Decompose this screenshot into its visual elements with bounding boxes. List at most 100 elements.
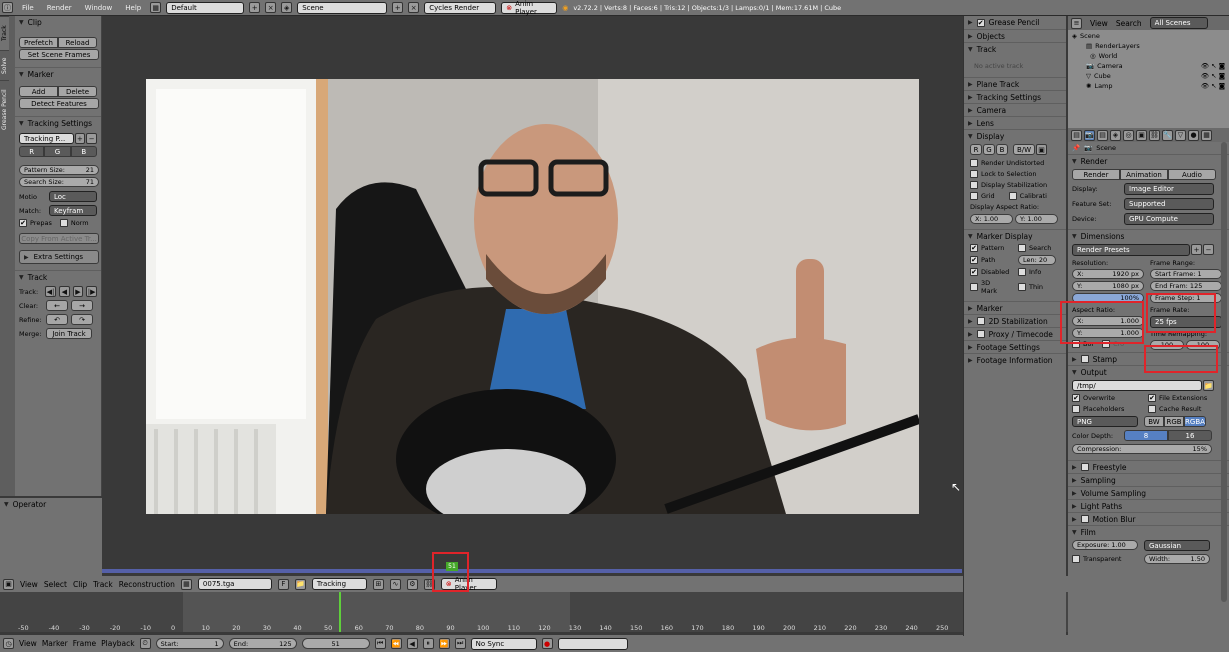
clear-before-arrow-icon[interactable]: ← bbox=[46, 300, 68, 311]
tracking-preset-select[interactable]: Tracking P... bbox=[19, 133, 74, 144]
outliner-display-select[interactable]: All Scenes bbox=[1149, 17, 1208, 29]
outliner-editor-icon[interactable]: ≡ bbox=[1071, 17, 1082, 29]
folder-browse-icon[interactable]: 📁 bbox=[1203, 380, 1214, 391]
resolution-percentage-field[interactable]: 100% bbox=[1072, 293, 1144, 303]
properties-editor-icon[interactable]: ▤ bbox=[1071, 129, 1082, 141]
clip-menu-reconstruction[interactable]: Reconstruction bbox=[119, 580, 175, 589]
proxy-panel-header[interactable]: ▶ Proxy / Timecode bbox=[964, 327, 1066, 340]
prefetch-button[interactable]: Prefetch bbox=[19, 37, 58, 48]
display-mode-select[interactable]: Image Editor bbox=[1124, 183, 1214, 195]
track-panel-header-right[interactable]: ▼ Track bbox=[964, 42, 1066, 55]
end-frame-render-field[interactable]: End Fram: 125 bbox=[1150, 281, 1222, 291]
outliner-item-cube[interactable]: ▽ Cube 👁 ↖ ◙ bbox=[1072, 72, 1225, 80]
jump-start-icon[interactable]: ⏮ bbox=[374, 638, 386, 649]
movie-clip-frame[interactable] bbox=[146, 79, 919, 514]
remove-preset-icon[interactable]: − bbox=[1203, 244, 1214, 255]
outliner-menu-search[interactable]: Search bbox=[1116, 19, 1142, 28]
grease-pencil-panel-header[interactable]: ▶ ✔ Grease Pencil bbox=[964, 16, 1066, 29]
stamp-panel-header[interactable]: ▶ Stamp bbox=[1068, 352, 1229, 365]
file-format-select[interactable]: PNG bbox=[1072, 416, 1138, 427]
timeline-menu-marker[interactable]: Marker bbox=[42, 639, 68, 648]
clip-menu-select[interactable]: Select bbox=[44, 580, 67, 589]
track-backward-icon[interactable]: ◀| bbox=[45, 286, 56, 297]
visibility-eye-icon[interactable]: 👁 ↖ ◙ bbox=[1201, 72, 1225, 80]
lock-to-selection-checkbox[interactable]: Lock to Selection bbox=[970, 170, 1060, 178]
depth-8-toggle[interactable]: 8 bbox=[1124, 430, 1168, 441]
remove-layout-icon[interactable]: × bbox=[265, 2, 277, 13]
search-size-field[interactable]: Search Size: 71 bbox=[19, 177, 99, 187]
clip-browse-icon[interactable]: ▦ bbox=[180, 578, 192, 590]
placeholders-checkbox[interactable]: Placeholders bbox=[1072, 405, 1136, 413]
stabilization-panel-header[interactable]: ▶ 2D Stabilization bbox=[964, 314, 1066, 327]
display-aspect-x-field[interactable]: X: 1.00 bbox=[970, 214, 1013, 224]
timeline-ruler[interactable]: -50 -40 -30 -20 -10 0 10 20 30 40 50 60 70 80 90 100 110… bbox=[0, 592, 1068, 632]
jump-end-icon[interactable]: ⏭ bbox=[454, 638, 466, 649]
channel-g-toggle[interactable]: G bbox=[44, 146, 71, 157]
pin-icon[interactable]: 📌 bbox=[1072, 144, 1080, 152]
grid-checkbox[interactable]: Grid bbox=[970, 192, 995, 200]
menu-file[interactable]: File bbox=[18, 4, 38, 12]
clip-timeline-strip[interactable] bbox=[102, 569, 962, 573]
render-button[interactable]: Render bbox=[1072, 169, 1120, 180]
display-channel-g[interactable]: G bbox=[983, 144, 995, 155]
editor-type-icon[interactable]: ▣ bbox=[3, 578, 14, 590]
border-checkbox[interactable]: Bor bbox=[1072, 340, 1094, 348]
pivot-icon[interactable]: ⊞ bbox=[372, 578, 384, 590]
mode-select[interactable]: Tracking bbox=[311, 578, 367, 590]
normalize-checkbox[interactable]: Norm bbox=[59, 219, 89, 227]
fps-select[interactable]: 25 fps bbox=[1150, 316, 1222, 328]
refine-backward-icon[interactable]: ↶ bbox=[46, 314, 68, 325]
next-keyframe-icon[interactable]: ⏩ bbox=[438, 638, 450, 649]
sampling-panel-header[interactable]: ▶ Sampling bbox=[1068, 473, 1229, 486]
track-backward-step-icon[interactable]: ◀ bbox=[58, 286, 70, 297]
display-bw-toggle[interactable]: B/W bbox=[1013, 144, 1035, 155]
scene-tab-icon[interactable]: ◈ bbox=[1110, 129, 1121, 141]
light-paths-panel-header[interactable]: ▶ Light Paths bbox=[1068, 499, 1229, 512]
resolution-x-field[interactable]: X: 1920 px bbox=[1072, 269, 1144, 279]
outliner-item-lamp[interactable]: ✺ Lamp 👁 ↖ ◙ bbox=[1072, 82, 1225, 90]
color-rgb-toggle[interactable]: RGB bbox=[1164, 416, 1184, 427]
remap-new-field[interactable]: 100 bbox=[1186, 340, 1220, 350]
render-engine-select[interactable]: Cycles Render bbox=[424, 1, 497, 14]
display-image-icon[interactable]: ▣ bbox=[1036, 144, 1047, 155]
output-panel-header[interactable]: ▼ Output bbox=[1068, 365, 1229, 378]
objects-panel-header[interactable]: ▶ Objects bbox=[964, 29, 1066, 42]
channel-r-toggle[interactable]: R bbox=[19, 146, 45, 157]
thin-checkbox[interactable]: Thin bbox=[1018, 283, 1043, 291]
calibration-checkbox[interactable]: Calibrati bbox=[1008, 192, 1047, 200]
footage-info-panel-header[interactable]: ▶ Footage Information bbox=[964, 353, 1066, 366]
clip-menu-track[interactable]: Track bbox=[93, 580, 113, 589]
outliner-item-camera[interactable]: 📷 Camera 👁 ↖ ◙ bbox=[1072, 62, 1225, 70]
animation-button[interactable]: Animation bbox=[1120, 169, 1168, 180]
render-layers-tab-icon[interactable]: ▤ bbox=[1097, 129, 1108, 141]
menu-render[interactable]: Render bbox=[43, 4, 76, 12]
clip-file-field[interactable]: 0075.tga bbox=[197, 578, 272, 590]
visibility-eye-icon[interactable]: 👁 ↖ ◙ bbox=[1201, 62, 1225, 70]
tab-track[interactable]: Track bbox=[0, 16, 9, 50]
pattern-checkbox[interactable]: ✔ Pattern bbox=[970, 244, 1008, 252]
material-tab-icon[interactable]: ● bbox=[1188, 129, 1199, 141]
outliner-item-scene[interactable]: ◈ Scene bbox=[1072, 32, 1225, 40]
search-checkbox[interactable]: Search bbox=[1018, 244, 1051, 252]
add-preset-icon[interactable]: + bbox=[1191, 244, 1202, 255]
exposure-field[interactable]: Exposure: 1.00 bbox=[1072, 540, 1138, 550]
detect-features-button[interactable]: Detect Features bbox=[19, 98, 99, 109]
marker-panel-header-right[interactable]: ▶ Marker bbox=[964, 301, 1066, 314]
volume-sampling-panel-header[interactable]: ▶ Volume Sampling bbox=[1068, 486, 1229, 499]
feature-set-select[interactable]: Supported bbox=[1124, 198, 1214, 210]
clear-after-arrow-icon[interactable]: → bbox=[71, 300, 93, 311]
render-undistorted-checkbox[interactable]: Render Undistorted bbox=[970, 159, 1060, 167]
keying-set-select[interactable] bbox=[557, 637, 628, 650]
color-rgba-toggle[interactable]: RGBA bbox=[1184, 416, 1206, 427]
screen-layout-select[interactable]: Default bbox=[166, 1, 245, 14]
display-stabilization-checkbox[interactable]: Display Stabilization bbox=[970, 181, 1060, 189]
freestyle-panel-header[interactable]: ▶ Freestyle bbox=[1068, 460, 1229, 473]
timeline-editor-icon[interactable]: ◷ bbox=[3, 638, 14, 649]
render-presets-select[interactable]: Render Presets bbox=[1072, 244, 1190, 256]
outliner-item-world[interactable]: ◎ World bbox=[1072, 52, 1225, 60]
timeline-menu-frame[interactable]: Frame bbox=[73, 639, 96, 648]
clip-menu-view[interactable]: View bbox=[20, 580, 38, 589]
object-tab-icon[interactable]: ▣ bbox=[1136, 129, 1147, 141]
sync-mode-select[interactable]: No Sync bbox=[470, 637, 537, 650]
scene-icon[interactable]: ◈ bbox=[281, 2, 293, 13]
